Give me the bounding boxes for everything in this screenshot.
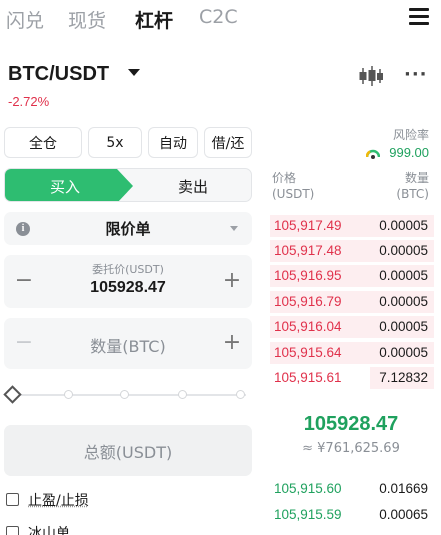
price-header-unit: (USDT) <box>272 187 315 201</box>
slider-handle-icon[interactable] <box>3 385 22 404</box>
orderbook-price-header: 价格 (USDT) <box>272 170 314 202</box>
leverage-button[interactable]: 5x <box>88 127 142 158</box>
order-type-label: 限价单 <box>105 220 151 238</box>
ask-row[interactable]: 105,916.04 0.00005 <box>268 316 434 338</box>
ask-price: 105,916.79 <box>274 294 342 309</box>
tab-c2c[interactable]: C2C <box>199 6 238 28</box>
amount-header-label: 数量 <box>404 171 429 185</box>
fiat-price: ≈ ¥761,625.69 <box>302 441 400 456</box>
ask-amount: 0.00005 <box>379 345 428 360</box>
chevron-down-icon <box>230 226 238 231</box>
quantity-input[interactable]: 数量(BTC) <box>4 333 252 357</box>
ask-price: 105,915.61 <box>274 370 342 385</box>
tp-sl-checkbox[interactable] <box>6 493 19 506</box>
tab-margin[interactable]: 杠杆 <box>135 6 173 33</box>
more-icon[interactable]: ··· <box>404 64 428 85</box>
ask-amount: 0.00005 <box>379 243 428 258</box>
buy-tab[interactable]: 买入 <box>5 169 133 201</box>
slider-step-75[interactable] <box>178 390 187 399</box>
tp-sl-label: 止盈/止损 <box>28 493 89 509</box>
margin-mode-button[interactable]: 全仓 <box>4 127 82 158</box>
top-tab-bar: 闪兑 现货 杠杆 C2C <box>0 0 441 40</box>
risk-gauge-icon <box>366 149 380 159</box>
quantity-input-field[interactable]: − 数量(BTC) + <box>4 318 252 369</box>
orderbook-amount-header: 数量 (BTC) <box>396 170 429 202</box>
ask-row[interactable]: 105,915.64 0.00005 <box>268 342 434 364</box>
amount-header-unit: (BTC) <box>396 187 429 201</box>
ask-row[interactable]: 105,916.95 0.00005 <box>268 265 434 287</box>
price-input-field[interactable]: − 委托价(USDT) 105928.47 + <box>4 255 252 308</box>
slider-step-100[interactable] <box>236 390 245 399</box>
side-toggle: 买入 卖出 <box>4 168 252 202</box>
bid-price: 105,915.59 <box>274 507 342 522</box>
info-icon[interactable]: i <box>16 222 30 236</box>
bid-amount: 0.00065 <box>379 507 428 522</box>
caret-down-icon[interactable] <box>128 69 140 76</box>
ask-amount: 0.00005 <box>379 294 428 309</box>
iceberg-checkbox[interactable] <box>6 526 19 535</box>
ask-row[interactable]: 105,915.61 7.12832 <box>268 367 434 389</box>
order-type-select[interactable]: i 限价单 <box>4 212 252 245</box>
slider-step-25[interactable] <box>64 390 73 399</box>
ask-amount: 7.12832 <box>379 370 428 385</box>
price-change: -2.72% <box>8 94 50 109</box>
tab-spot[interactable]: 现货 <box>68 6 106 33</box>
tp-sl-checkbox-row[interactable]: 止盈/止损 <box>6 490 89 510</box>
bid-price: 105,915.60 <box>274 481 342 496</box>
ask-price: 105,915.64 <box>274 345 342 360</box>
risk-label: 风险率 <box>392 128 429 142</box>
iceberg-checkbox-row[interactable]: 冰山单 <box>6 523 70 535</box>
slider-step-50[interactable] <box>120 390 129 399</box>
iceberg-label: 冰山单 <box>28 526 70 535</box>
auto-borrow-button[interactable]: 自动 <box>148 127 198 158</box>
price-increment-button[interactable]: + <box>220 268 244 293</box>
bid-row[interactable]: 105,915.60 0.01669 <box>268 478 434 500</box>
price-input[interactable]: 105928.47 <box>4 279 252 297</box>
price-header-label: 价格 <box>272 171 297 185</box>
ask-price: 105,916.95 <box>274 268 342 283</box>
ask-row[interactable]: 105,916.79 0.00005 <box>268 291 434 313</box>
risk-value: 999.00 <box>389 145 429 160</box>
amount-slider-track[interactable] <box>20 394 246 396</box>
ask-row[interactable]: 105,917.48 0.00005 <box>268 240 434 262</box>
ask-amount: 0.00005 <box>379 218 428 233</box>
tab-flash-swap[interactable]: 闪兑 <box>6 6 44 33</box>
last-price[interactable]: 105928.47 <box>268 413 434 436</box>
menu-icon[interactable] <box>409 8 429 26</box>
borrow-repay-button[interactable]: 借/还 <box>204 127 252 158</box>
ask-price: 105,917.48 <box>274 243 342 258</box>
ask-price: 105,916.04 <box>274 319 342 334</box>
ask-row[interactable]: 105,917.49 0.00005 <box>268 215 434 237</box>
bid-row[interactable]: 105,915.59 0.00065 <box>268 504 434 526</box>
kline-icon[interactable] <box>358 66 384 86</box>
bid-amount: 0.01669 <box>379 481 428 496</box>
sell-tab[interactable]: 卖出 <box>133 169 251 201</box>
ask-price: 105,917.49 <box>274 218 342 233</box>
quantity-increment-button[interactable]: + <box>220 330 244 355</box>
total-input[interactable]: 总额(USDT) <box>4 425 252 476</box>
ask-amount: 0.00005 <box>379 319 428 334</box>
trading-pair[interactable]: BTC/USDT <box>8 63 109 86</box>
price-field-label: 委托价(USDT) <box>92 263 164 276</box>
ask-amount: 0.00005 <box>379 268 428 283</box>
